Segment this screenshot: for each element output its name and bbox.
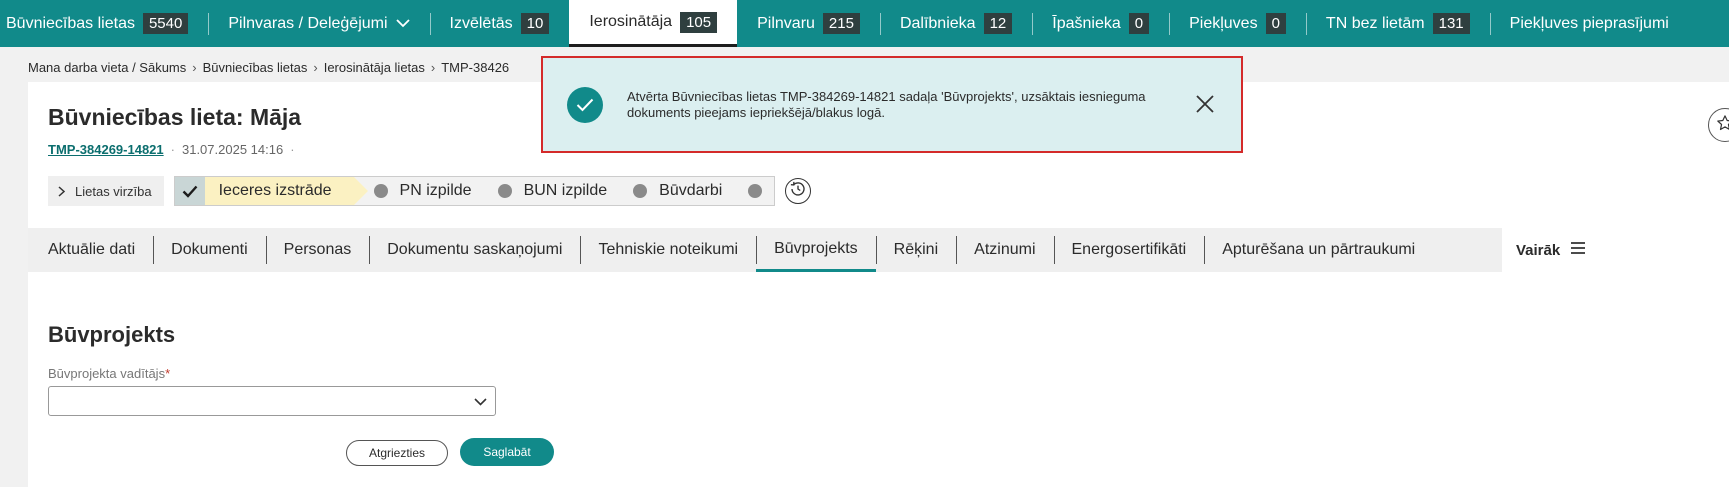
favorite-button[interactable] [1708,108,1729,142]
chevron-down-icon [395,19,410,28]
nav-item-label: TN bez lietām [1325,14,1425,32]
nav-item-label: Piekļuves [1189,14,1258,32]
nav-item-label: Ierosinātāja [589,13,673,30]
tab-dokumenti[interactable]: Dokumenti [153,228,265,272]
nav-item-izveletas[interactable]: Izvēlētās 10 [429,0,570,47]
tab-dokumentu-saskanojumi[interactable]: Dokumentu saskaņojumi [369,228,580,272]
nav-item-label: Piekļuves pieprasījumi [1509,14,1669,32]
progress-step: BUN izpilde [488,177,624,205]
progress-step-label: Būvdarbi [659,182,723,199]
case-datetime: 31.07.2025 14:16 [181,142,284,157]
tab-rekini[interactable]: Rēķini [875,228,956,272]
nav-item-buvniecibas-lietas[interactable]: Būvniecības lietas 5540 [0,0,208,47]
breadcrumb-separator-icon: › [192,60,197,75]
nav-item-piekluves[interactable]: Piekļuves 0 [1169,0,1306,47]
tab-atzinumi[interactable]: Atzinumi [956,228,1053,272]
chevron-right-icon [58,185,65,197]
tabs-more-button[interactable]: Vairāk [1502,228,1729,272]
nav-item-pilnvaras-delegejumi[interactable]: Pilnvaras / Deleģējumi [208,0,429,47]
breadcrumb-separator-icon: › [313,60,318,75]
nav-item-piekluves-pieprasijumi[interactable]: Piekļuves pieprasījumi [1489,0,1689,47]
breadcrumb-item[interactable]: Ierosinātāja lietas [324,60,425,75]
toast-message: Atvērta Būvniecības lietas TMP-384269-14… [627,88,1146,120]
step-pending-icon [633,184,648,198]
check-icon [174,177,205,205]
progress-step: Būvdarbi [623,177,738,205]
history-button[interactable] [785,178,812,204]
tab-tehniskie-noteikumi[interactable]: Tehniskie noteikumi [580,228,756,272]
count-badge: 5540 [142,13,189,34]
tab-buvprojekts[interactable]: Būvprojekts [756,228,876,272]
menu-icon [1570,241,1586,259]
step-pending-icon [373,184,388,198]
tab-aptur-sana-un-partraukumi[interactable]: Apturēšana un pārtraukumi [1204,228,1433,272]
progress-toggle[interactable]: Lietas virzība [48,176,164,206]
project-manager-select[interactable] [48,386,496,416]
chevron-down-icon [474,393,487,409]
case-meta: TMP-384269-14821 · 31.07.2025 14:16 · [48,142,302,157]
tab-personas[interactable]: Personas [265,228,370,272]
case-tabs: Aktuālie dati Dokumenti Personas Dokumen… [28,228,1729,272]
progress-step-label: Ieceres izstrāde [218,182,332,199]
save-button[interactable]: Saglabāt [460,438,554,466]
tabs-more-label: Vairāk [1516,241,1561,259]
breadcrumb-item-current: TMP-38426 [441,60,510,75]
count-badge: 105 [680,11,718,33]
section-title: Būvprojekts [48,322,176,347]
step-pending-icon [497,184,512,198]
meta-separator: · [170,142,175,157]
nav-item-label: Būvniecības lietas [6,14,135,32]
count-badge: 215 [822,13,860,34]
count-badge: 12 [983,13,1013,34]
notification-toast: Atvērta Būvniecības lietas TMP-384269-14… [541,56,1243,153]
breadcrumb-item[interactable]: Mana darba vieta / Sākums [28,60,186,75]
nav-item-label: Pilnvaras / Deleģējumi [228,14,388,32]
nav-item-ipasnieka[interactable]: Īpašnieka 0 [1032,0,1169,47]
case-id-link[interactable]: TMP-384269-14821 [48,142,164,157]
nav-item-tn-bez-lietam[interactable]: TN bez lietām 131 [1305,0,1490,47]
tab-aktualie-dati[interactable]: Aktuālie dati [28,228,153,272]
case-progress: Lietas virzība Ieceres izstrāde PN izpil… [48,176,812,206]
required-mark: * [165,366,171,381]
star-icon [1716,114,1729,137]
nav-item-label: Pilnvaru [757,14,815,32]
progress-step-end [738,177,774,205]
breadcrumb: Mana darba vieta / Sākums › Būvniecības … [28,60,509,75]
progress-steps: Ieceres izstrāde PN izpilde BUN izpilde … [173,176,776,206]
nav-item-label: Izvēlētās [449,14,513,32]
progress-step-label: BUN izpilde [523,182,608,199]
progress-step: PN izpilde [364,177,488,205]
history-icon [789,180,807,203]
count-badge: 131 [1432,13,1470,34]
meta-separator: · [290,142,295,157]
nav-item-dalibnieka[interactable]: Dalībnieka 12 [879,0,1032,47]
breadcrumb-separator-icon: › [430,60,436,75]
count-badge: 0 [1128,13,1150,34]
step-pending-icon [748,184,763,198]
progress-step-current: Ieceres izstrāde [204,177,368,205]
nav-item-label: Dalībnieka [899,14,976,32]
count-badge: 10 [520,13,550,34]
close-icon[interactable] [1193,92,1217,116]
nav-item-pilnvaru[interactable]: Pilnvaru 215 [737,0,880,47]
check-circle-icon [567,86,603,123]
count-badge: 0 [1265,13,1286,34]
nav-item-ierosinataja[interactable]: Ierosinātāja 105 [569,0,738,47]
progress-step-label: PN izpilde [399,182,472,199]
top-navigation: Būvniecības lietas 5540 Pilnvaras / Dele… [0,0,1729,47]
back-button[interactable]: Atgriezties [346,440,448,466]
tab-energosertifikati[interactable]: Energosertifikāti [1053,228,1205,272]
progress-toggle-label: Lietas virzība [75,183,152,199]
field-label-text: Būvprojekta vadītājs [48,366,166,381]
field-label: Būvprojekta vadītājs* [48,366,170,381]
page-title: Būvniecības lieta: Māja [48,104,302,130]
nav-item-label: Īpašnieka [1052,14,1121,32]
breadcrumb-item[interactable]: Būvniecības lietas [203,60,308,75]
